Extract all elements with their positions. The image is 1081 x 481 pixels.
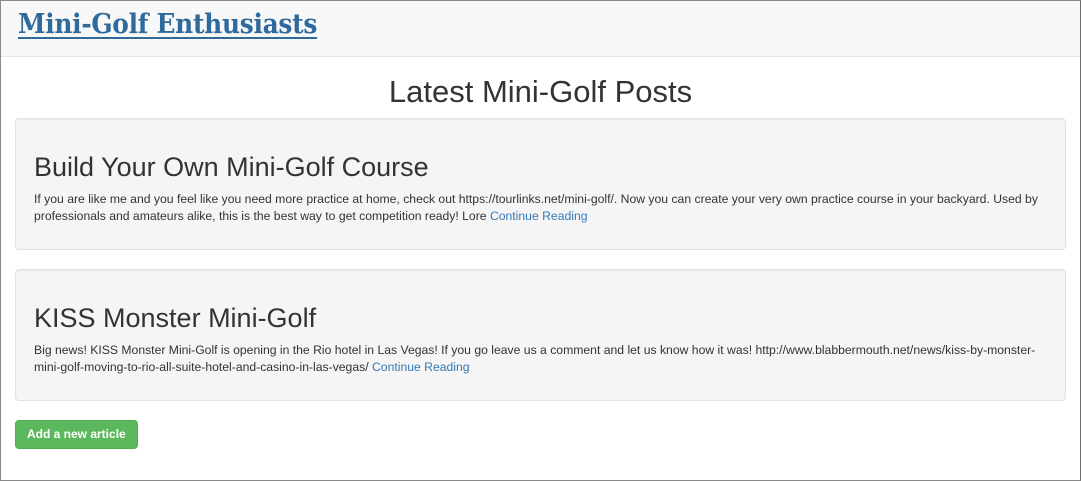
page-title: Latest Mini-Golf Posts bbox=[388, 74, 693, 109]
continue-reading-link[interactable]: Continue Reading bbox=[372, 360, 470, 374]
post-excerpt: If you are like me and you feel like you… bbox=[34, 191, 1047, 225]
post-excerpt: Big news! KISS Monster Mini-Golf is open… bbox=[34, 342, 1047, 376]
post-title: KISS Monster Mini-Golf bbox=[34, 303, 317, 333]
post-title: Build Your Own Mini-Golf Course bbox=[34, 152, 429, 182]
continue-reading-link[interactable]: Continue Reading bbox=[490, 209, 588, 223]
browser-viewport: Mini-Golf Enthusiasts Latest Mini-Golf P… bbox=[0, 0, 1081, 481]
navbar: Mini-Golf Enthusiasts bbox=[1, 1, 1080, 57]
post-card: KISS Monster Mini-Golf Big news! KISS Mo… bbox=[15, 269, 1066, 401]
post-card: Build Your Own Mini-Golf Course If you a… bbox=[15, 118, 1066, 250]
site-brand-link[interactable]: Mini-Golf Enthusiasts bbox=[18, 9, 317, 40]
main-content: Latest Mini-Golf Posts Build Your Own Mi… bbox=[1, 74, 1080, 449]
add-article-button[interactable]: Add a new article bbox=[15, 420, 138, 449]
post-excerpt-text: Big news! KISS Monster Mini-Golf is open… bbox=[34, 343, 1036, 374]
